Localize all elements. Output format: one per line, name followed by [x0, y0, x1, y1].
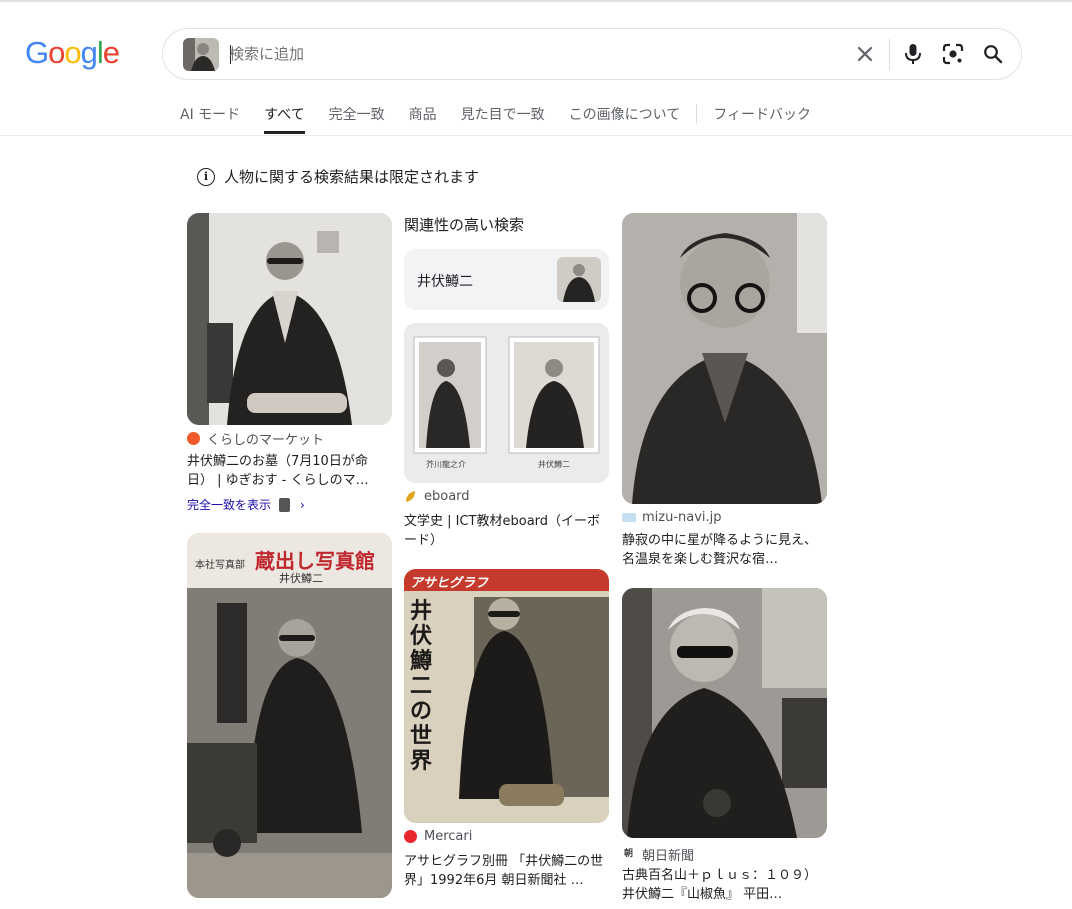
result-title-kurashi[interactable]: 井伏鱒二のお墓（7月10日が命日） | ゆぎおす - くらしのマ… [187, 452, 392, 490]
result-image-mercari[interactable]: アサヒグラフ 井伏鱒二の世界 [404, 569, 609, 823]
mercari-mag-banner: アサヒグラフ [410, 576, 489, 591]
result-title-asahi[interactable]: 古典百名山＋ｐｌｕｓ：１０９）井伏鱒二『山椒魚』 平田… [622, 866, 827, 904]
exact-match-thumb [279, 497, 291, 512]
result-image-asahi[interactable] [622, 588, 827, 838]
query-image-thumbnail[interactable] [183, 38, 219, 71]
mercari-favicon-icon [404, 830, 417, 843]
chevron-right-icon: › [300, 497, 305, 512]
eboard-leaf-icon [404, 490, 417, 503]
eboard-caption-left: 芥川龍之介 [426, 460, 466, 469]
result-title-eboard[interactable]: 文学史 | ICT教材eboard（イーボード） [404, 512, 609, 550]
result-image-eboard[interactable]: 芥川龍之介 井伏鱒二 [404, 323, 609, 483]
magazine-subtitle: 井伏鱒二 [279, 572, 323, 585]
lens-icon[interactable] [941, 42, 965, 66]
result-image-mizu-navi[interactable] [622, 213, 827, 504]
result-title-mercari[interactable]: アサヒグラフ別冊 「井伏鱒二の世界」1992年6月 朝日新聞社 … [404, 852, 609, 890]
result-image-kurashi[interactable] [187, 213, 392, 425]
result-source-mercari[interactable]: Mercari [404, 829, 472, 844]
tab-products[interactable]: 商品 [409, 104, 437, 134]
result-title-mizu-navi[interactable]: 静寂の中に星が降るように見え、名温泉を楽しむ贅沢な宿… [622, 531, 827, 569]
related-searches-heading: 関連性の高い検索 [404, 216, 525, 234]
info-icon[interactable]: i [197, 167, 215, 186]
google-logo[interactable]: Google [25, 35, 120, 71]
asahi-favicon-icon: 朝 [623, 849, 633, 859]
tab-about-this-image[interactable]: この画像について [569, 104, 681, 134]
related-search-chip[interactable]: 井伏鱒二 [404, 249, 609, 310]
exact-match-link[interactable]: 完全一致を表示 › [187, 496, 305, 513]
related-search-label: 井伏鱒二 [417, 274, 473, 290]
tab-all[interactable]: すべて [264, 104, 305, 134]
clear-icon[interactable] [853, 42, 877, 66]
eboard-caption-right: 井伏鱒二 [538, 460, 570, 469]
tab-feedback[interactable]: フィードバック [713, 104, 811, 134]
people-results-notice: i 人物に関する検索結果は限定されます [197, 166, 479, 187]
search-input[interactable] [229, 42, 829, 66]
search-bar[interactable] [162, 28, 1022, 80]
kurashi-favicon-icon [187, 432, 200, 445]
result-source-eboard[interactable]: eboard [404, 489, 470, 504]
tabs-divider [696, 104, 698, 124]
tab-ai-mode[interactable]: AI モード [180, 104, 240, 134]
result-source-mizu-navi[interactable]: mizu-navi.jp [622, 510, 722, 525]
notice-text: 人物に関する検索結果は限定されます [224, 168, 480, 186]
search-tabs: AI モード すべて 完全一致 商品 見た目で一致 この画像について フィードバ… [180, 104, 835, 134]
result-image-magazine-kuradashi[interactable]: 本社写真部 蔵出し写真館 井伏鱒二 [187, 533, 392, 898]
top-border [0, 0, 1072, 2]
tab-exact-match[interactable]: 完全一致 [329, 104, 385, 134]
mercari-mag-vertical-title: 井伏鱒二の世界 [410, 598, 433, 774]
tab-visual-matches[interactable]: 見た目で一致 [461, 104, 545, 134]
magazine-small-label: 本社写真部 [195, 560, 245, 571]
search-icon[interactable] [981, 42, 1005, 66]
searchbar-divider [889, 39, 890, 70]
microphone-icon[interactable] [901, 42, 925, 66]
result-source-asahi[interactable]: 朝 朝日新聞 [622, 845, 694, 864]
tabs-underline [0, 135, 1072, 136]
mizu-navi-favicon-icon [622, 513, 636, 522]
related-search-thumbnail [557, 257, 601, 302]
result-source-kurashi[interactable]: くらしのマーケット [187, 429, 324, 448]
